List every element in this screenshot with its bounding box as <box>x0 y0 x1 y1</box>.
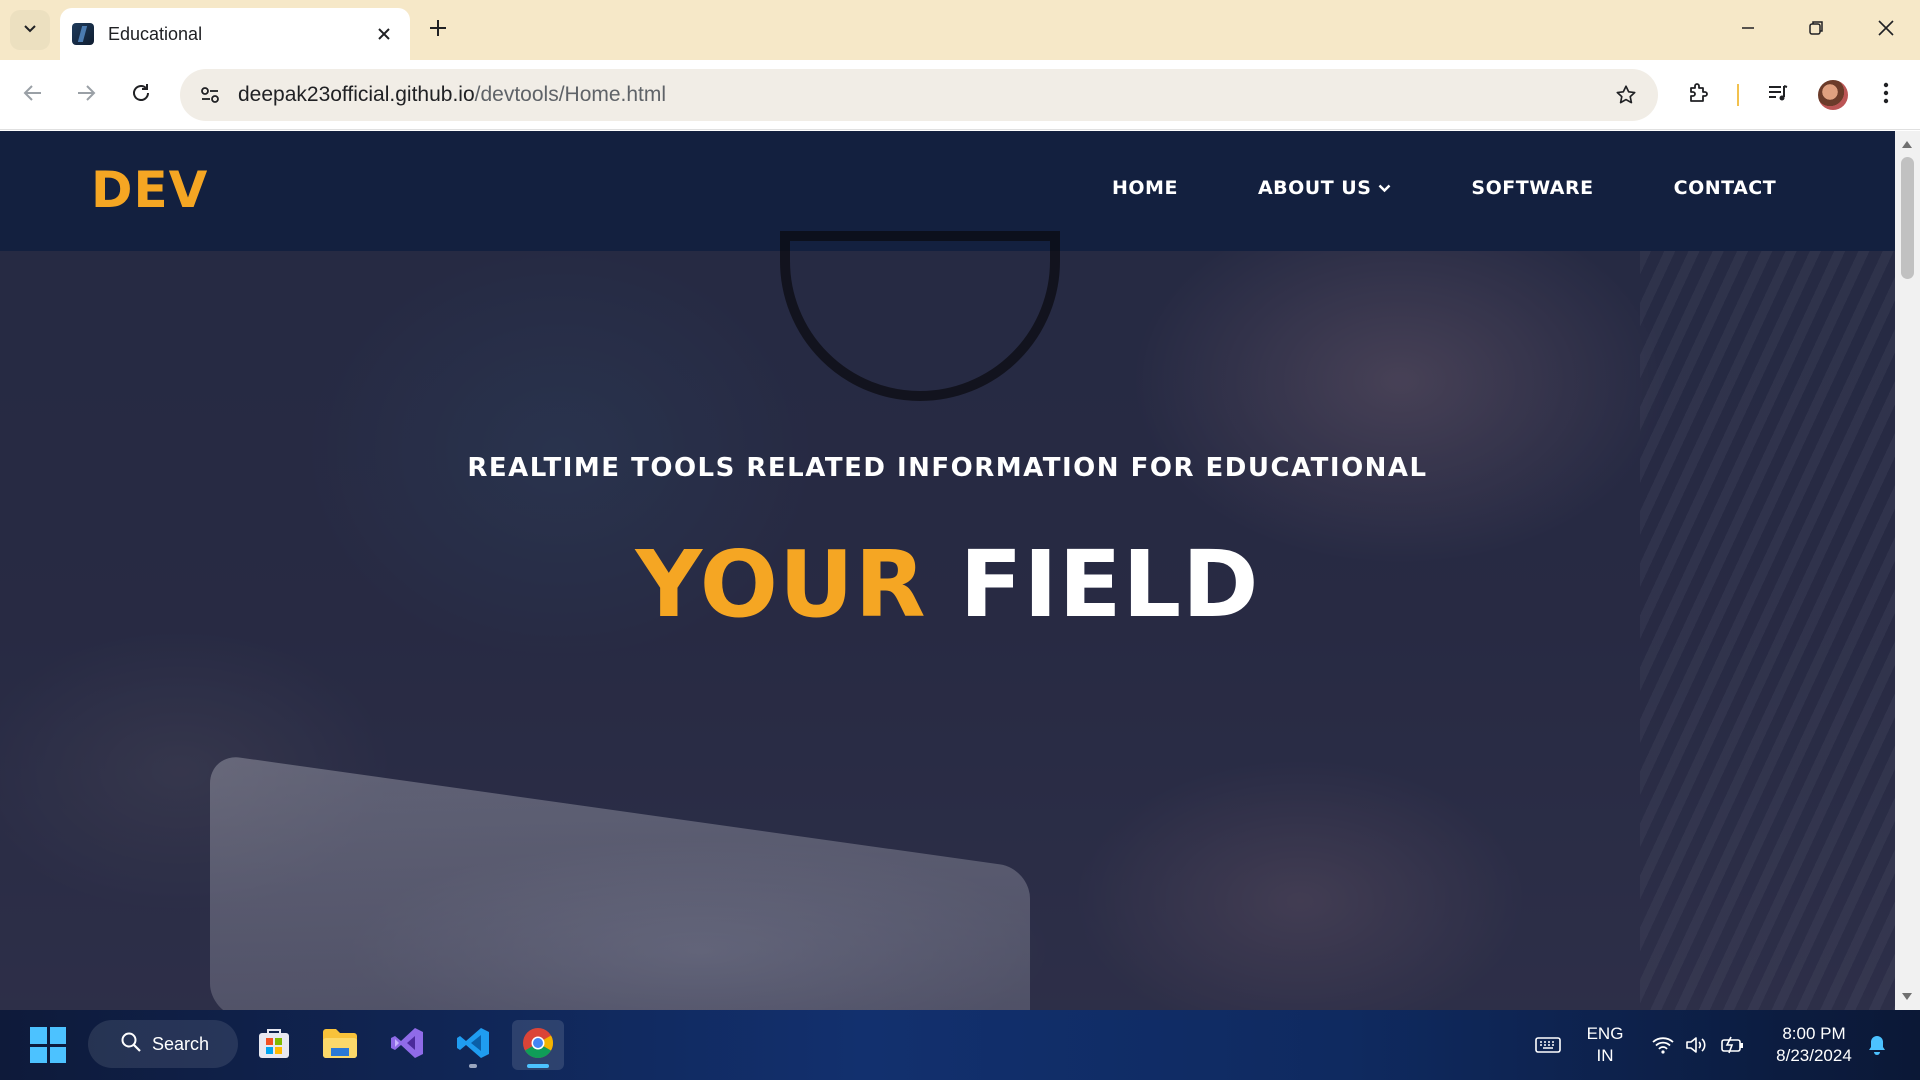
reload-button[interactable] <box>121 75 161 115</box>
app-active-indicator <box>527 1064 549 1068</box>
toolbar-separator <box>1737 84 1739 106</box>
close-window-button[interactable] <box>1852 0 1920 60</box>
visual-studio-icon <box>389 1025 425 1065</box>
app-running-indicator <box>469 1064 477 1068</box>
scroll-down-arrow-icon[interactable] <box>1902 993 1912 1000</box>
kebab-menu-icon <box>1883 82 1889 108</box>
wifi-icon[interactable] <box>1648 1030 1678 1060</box>
volume-icon[interactable] <box>1681 1030 1711 1060</box>
back-button[interactable] <box>13 75 53 115</box>
address-bar[interactable]: deepak23official.github.io/devtools/Home… <box>180 69 1658 121</box>
windows-logo-tile <box>30 1046 47 1063</box>
reload-icon <box>130 82 152 108</box>
hero-headline-accent: YOUR <box>635 531 927 638</box>
touch-keyboard-icon[interactable] <box>1533 1030 1563 1060</box>
nav-item-label: CONTACT <box>1673 177 1777 199</box>
bookmark-star-icon[interactable] <box>1606 75 1646 115</box>
chevron-down-icon <box>22 20 38 40</box>
microsoft-store-icon <box>256 1025 292 1065</box>
taskbar-search[interactable]: Search <box>88 1020 238 1068</box>
clock-time: 8:00 PM <box>1782 1024 1846 1043</box>
media-control-button[interactable] <box>1758 75 1798 115</box>
hero-headline-rest: FIELD <box>959 531 1260 638</box>
nav-item-contact[interactable]: CONTACT <box>1674 177 1777 199</box>
tab-close-icon[interactable] <box>370 20 398 48</box>
chrome-icon <box>520 1025 556 1065</box>
browser-menu-button[interactable] <box>1866 75 1906 115</box>
clock-date: 8/23/2024 <box>1776 1046 1852 1065</box>
clock[interactable]: 8:00 PM 8/23/2024 <box>1764 1023 1864 1067</box>
tab-title: Educational <box>108 23 203 44</box>
forward-button[interactable] <box>66 75 106 115</box>
taskbar-app-vscode[interactable] <box>447 1020 499 1070</box>
hero-subtitle: REALTIME TOOLS RELATED INFORMATION FOR E… <box>467 453 1428 483</box>
nav-item-home[interactable]: HOME <box>1112 177 1178 199</box>
avatar <box>1818 80 1848 110</box>
windows-logo-tile <box>49 1027 66 1044</box>
chevron-down-icon <box>1378 184 1391 193</box>
restore-button[interactable] <box>1782 0 1850 60</box>
restore-icon <box>1808 20 1824 40</box>
windows-logo-tile <box>30 1027 47 1044</box>
notification-bell-icon[interactable] <box>1862 1030 1892 1060</box>
browser-tab-strip: Educational <box>0 0 1920 60</box>
taskbar-app-file-explorer[interactable] <box>314 1020 366 1070</box>
profile-button[interactable] <box>1813 75 1853 115</box>
plus-icon <box>428 18 448 42</box>
taskbar-app-microsoft-store[interactable] <box>248 1020 300 1070</box>
start-button[interactable] <box>30 1027 66 1063</box>
new-tab-button[interactable] <box>420 12 456 48</box>
language-indicator[interactable]: ENG IN <box>1580 1023 1630 1067</box>
hero-headline: YOUR FIELD <box>0 531 1895 638</box>
vscode-icon <box>455 1025 491 1065</box>
nav-item-about-us[interactable]: ABOUT US <box>1258 177 1391 199</box>
site-favicon-icon <box>72 23 94 45</box>
taskbar-search-label: Search <box>152 1033 210 1054</box>
page-viewport: DEV HOME ABOUT US SOFTWARE CONTACT REALT… <box>0 131 1895 1010</box>
arrow-left-icon <box>22 82 44 108</box>
taskbar-app-visual-studio[interactable] <box>381 1020 433 1070</box>
nav-item-software[interactable]: SOFTWARE <box>1471 177 1593 199</box>
minimize-icon <box>1740 20 1756 40</box>
url-host: deepak23official.github.io <box>238 83 475 106</box>
hero-content: REALTIME TOOLS RELATED INFORMATION FOR E… <box>0 251 1895 1010</box>
url-text: deepak23official.github.io/devtools/Home… <box>238 83 1606 107</box>
nav-item-label: SOFTWARE <box>1471 177 1594 199</box>
site-info-icon[interactable] <box>192 77 228 113</box>
search-icon <box>120 1031 142 1057</box>
site-logo[interactable]: DEV <box>91 161 208 219</box>
puzzle-icon <box>1687 81 1711 109</box>
close-icon <box>1877 19 1895 41</box>
language-line2: IN <box>1596 1046 1614 1065</box>
browser-toolbar: deepak23official.github.io/devtools/Home… <box>0 60 1920 130</box>
tab-search-button[interactable] <box>10 10 50 50</box>
nav-item-label: ABOUT US <box>1257 177 1372 199</box>
scroll-up-arrow-icon[interactable] <box>1902 141 1912 148</box>
arrow-right-icon <box>75 82 97 108</box>
main-nav: HOME ABOUT US SOFTWARE CONTACT <box>1112 177 1776 199</box>
url-path: /devtools/Home.html <box>474 83 667 106</box>
windows-logo-tile <box>49 1046 66 1063</box>
page-scrollbar[interactable] <box>1895 131 1920 1010</box>
extensions-button[interactable] <box>1679 75 1719 115</box>
playlist-music-icon <box>1766 81 1790 109</box>
nav-item-label: HOME <box>1112 177 1178 199</box>
taskbar-app-chrome[interactable] <box>512 1020 564 1070</box>
battery-charging-icon[interactable] <box>1718 1030 1748 1060</box>
scrollbar-thumb[interactable] <box>1901 157 1914 279</box>
hero-banner: REALTIME TOOLS RELATED INFORMATION FOR E… <box>0 231 1895 1010</box>
folder-icon <box>321 1026 359 1064</box>
minimize-button[interactable] <box>1714 0 1782 60</box>
windows-taskbar: Search ENG IN 8:00 PM 8/23/2024 <box>0 1010 1920 1080</box>
language-line1: ENG <box>1586 1024 1624 1043</box>
browser-tab-active[interactable]: Educational <box>60 8 410 60</box>
